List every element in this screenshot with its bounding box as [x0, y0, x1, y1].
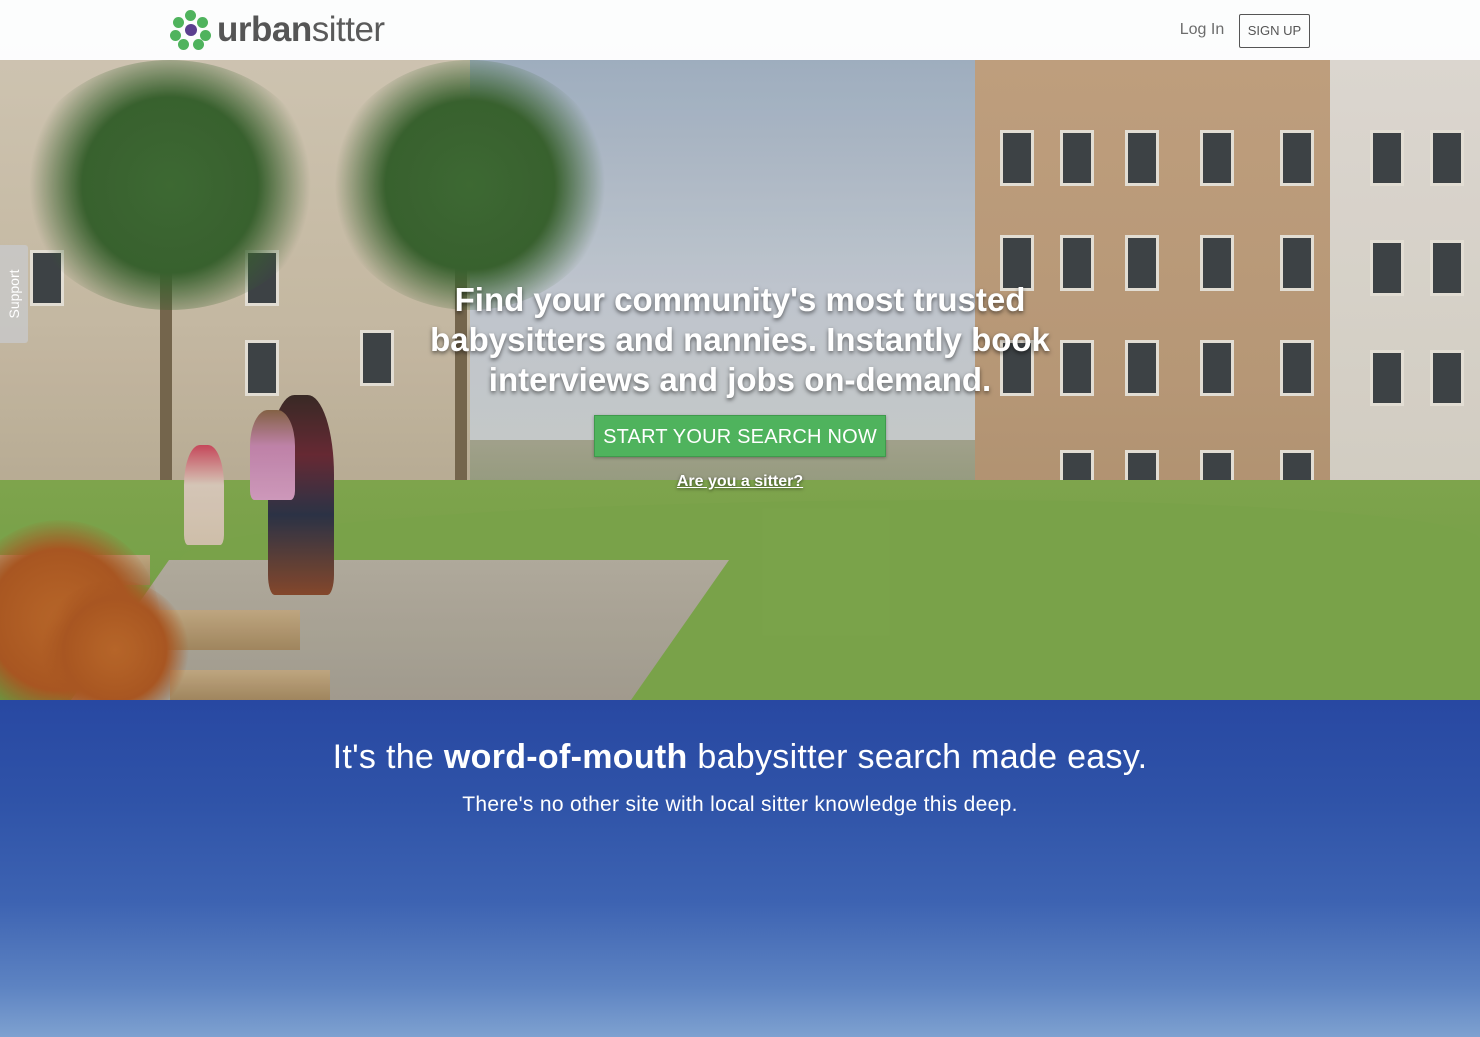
hero-content: Find your community's most trusted babys…	[400, 280, 1080, 491]
support-tab-label: Support	[6, 269, 22, 319]
logo-wordmark: urbansitter	[217, 10, 385, 49]
headline-emphasis: word-of-mouth	[443, 738, 688, 776]
section-headline: It's the word-of-mouth babysitter search…	[332, 738, 1148, 776]
section-subheadline: There's no other site with local sitter …	[462, 793, 1018, 816]
top-navigation-bar: urbansitter Log In SIGN UP	[0, 0, 1480, 60]
start-search-button[interactable]: START YOUR SEARCH NOW	[594, 415, 886, 457]
are-you-a-sitter-link[interactable]: Are you a sitter?	[400, 473, 1080, 491]
logo-flower-icon	[170, 10, 212, 50]
hero-headline: Find your community's most trusted babys…	[430, 281, 1050, 398]
signup-button[interactable]: SIGN UP	[1239, 14, 1310, 48]
support-tab[interactable]: Support	[0, 245, 28, 343]
urbansitter-logo[interactable]: urbansitter	[170, 10, 385, 50]
login-link[interactable]: Log In	[1170, 14, 1234, 46]
